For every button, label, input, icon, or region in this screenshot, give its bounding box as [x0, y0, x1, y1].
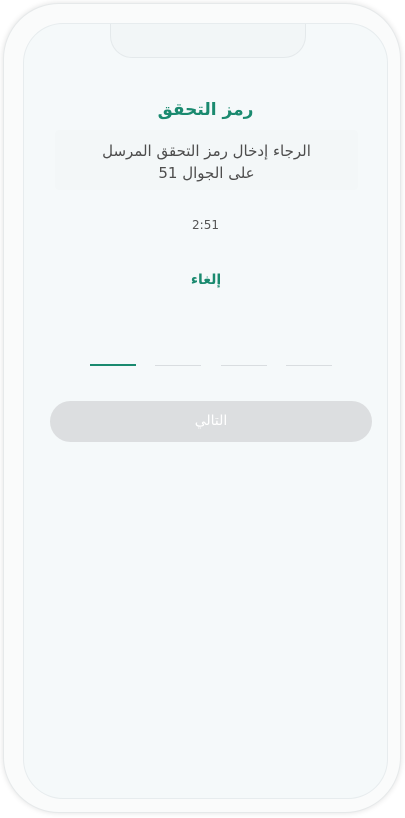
- next-button[interactable]: التالي: [50, 401, 372, 442]
- instruction-line-2: على الجوال 51: [158, 164, 255, 182]
- instruction-message: الرجاء إدخال رمز التحقق المرسل على الجوا…: [55, 140, 358, 184]
- phone-notch: [110, 24, 306, 58]
- otp-digit-2[interactable]: [155, 346, 201, 366]
- instruction-line-1: الرجاء إدخال رمز التحقق المرسل: [102, 142, 311, 160]
- otp-digit-4[interactable]: [286, 346, 332, 366]
- otp-digit-1[interactable]: [90, 346, 136, 366]
- phone-frame: رمز التحقق الرجاء إدخال رمز التحقق المرس…: [3, 3, 401, 813]
- countdown-timer: 2:51: [192, 218, 219, 232]
- page-title: رمز التحقق: [157, 100, 254, 120]
- app-screen: رمز التحقق الرجاء إدخال رمز التحقق المرس…: [23, 23, 388, 799]
- instruction-box: الرجاء إدخال رمز التحقق المرسل على الجوا…: [55, 130, 358, 190]
- cancel-link[interactable]: إلغاء: [156, 268, 256, 292]
- otp-digit-3[interactable]: [221, 346, 267, 366]
- otp-input-group: [90, 346, 332, 366]
